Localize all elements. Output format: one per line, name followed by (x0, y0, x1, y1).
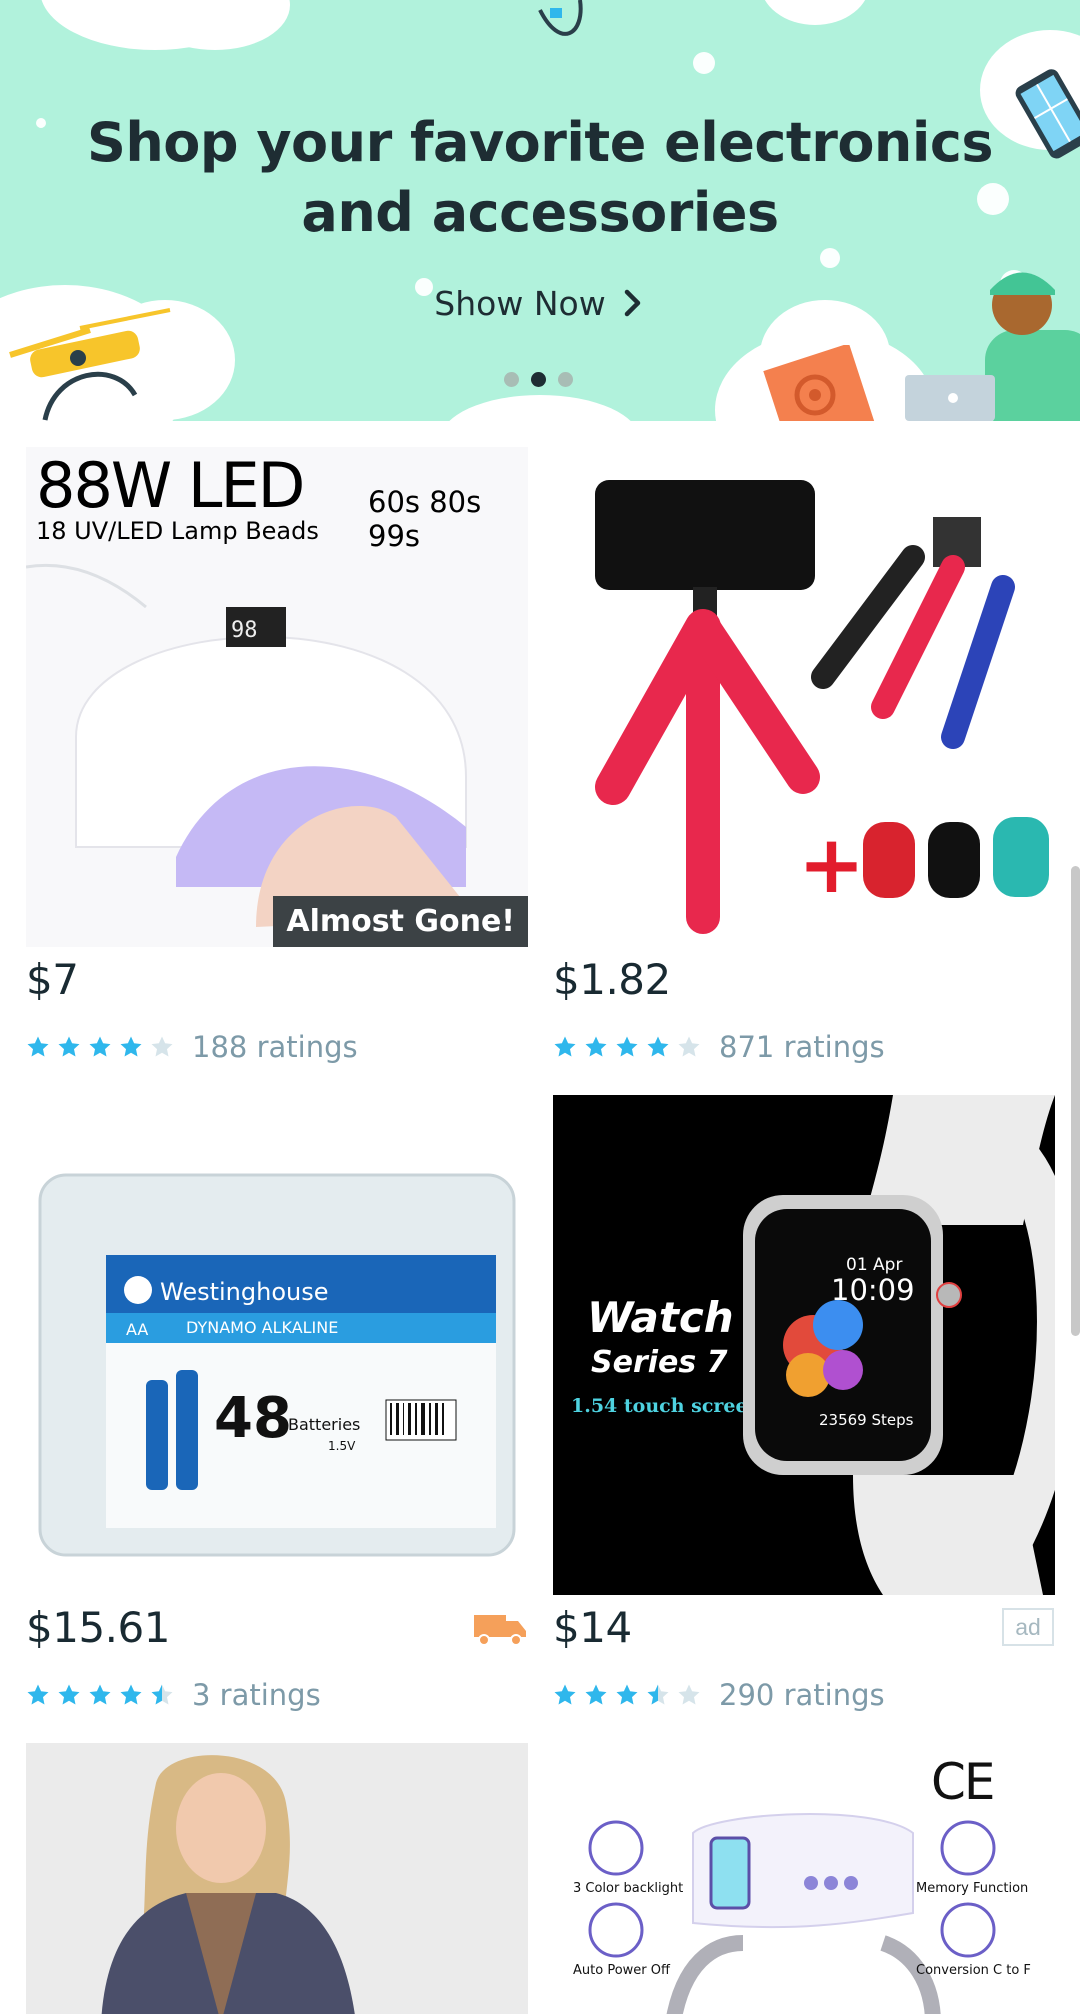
star-full-icon (27, 1684, 49, 1705)
product-price: $15.61 (26, 1603, 170, 1652)
star-full-icon (554, 1684, 576, 1705)
promo-banner[interactable]: Shop your favorite electronics and acces… (0, 0, 1080, 421)
product-rating: 188 ratings (26, 1030, 358, 1064)
bubble-decoration (36, 118, 46, 128)
person-illustration (905, 272, 1080, 421)
pager-dot-active[interactable] (531, 372, 546, 387)
image-timers: 60s 80s 99s (368, 485, 482, 553)
star-half-icon (151, 1684, 173, 1705)
product-image[interactable]: Watch Series 7 1.54 touch screen 01 Apr … (553, 1095, 1055, 1595)
star-full-icon (58, 1684, 80, 1705)
star-full-icon (89, 1684, 111, 1705)
star-full-icon (554, 1036, 576, 1057)
chevron-right-icon (624, 289, 640, 317)
show-now-button[interactable]: Show Now (420, 278, 660, 328)
battery-brand-text: Westinghouse (160, 1278, 329, 1306)
watch-time: 10:09 (831, 1273, 915, 1307)
product-image[interactable]: + (553, 447, 1055, 947)
star-full-icon (89, 1036, 111, 1057)
star-full-icon (616, 1036, 638, 1057)
bubble-decoration (820, 248, 840, 268)
product-rating: 290 ratings (553, 1678, 885, 1712)
star-full-icon (120, 1684, 142, 1705)
battery-unit-text: Batteries (288, 1415, 360, 1434)
star-rating (26, 1035, 174, 1059)
cable-icon (538, 0, 583, 36)
watch-title: Watch (587, 1293, 734, 1342)
star-full-icon (27, 1036, 49, 1057)
product-price: $7 (26, 955, 79, 1004)
star-full-icon (58, 1036, 80, 1057)
cloud-decoration (760, 0, 870, 25)
almost-gone-badge: Almost Gone! (273, 896, 528, 947)
star-rating (26, 1683, 174, 1707)
carousel-pager[interactable] (504, 372, 573, 387)
watch-date: 01 Apr (846, 1255, 903, 1275)
product-card[interactable]: 88W LED 18 UV/LED Lamp Beads 60s 80s 99s… (26, 447, 528, 947)
ratings-count: 3 ratings (192, 1678, 321, 1712)
star-full-icon (647, 1036, 669, 1057)
star-empty-icon (151, 1036, 173, 1057)
product-price: $1.82 (553, 955, 671, 1004)
truck-icon (474, 1615, 526, 1646)
nail-lamp-illustration: 98 (26, 563, 476, 927)
svg-text:+: + (798, 818, 865, 911)
image-subline: 18 UV/LED Lamp Beads (36, 517, 319, 545)
show-now-label: Show Now (434, 283, 606, 323)
svg-text:98: 98 (231, 618, 258, 643)
bubble-decoration (693, 52, 715, 74)
ad-badge: ad (1002, 1608, 1054, 1646)
star-rating (553, 1683, 701, 1707)
product-image[interactable] (26, 1743, 528, 2014)
product-rating: 871 ratings (553, 1030, 885, 1064)
star-empty-icon (678, 1036, 700, 1057)
star-full-icon (585, 1684, 607, 1705)
product-card[interactable]: + (553, 447, 1055, 947)
battery-type-text: AA (126, 1320, 148, 1339)
star-full-icon (585, 1036, 607, 1057)
speaker-illustration (763, 345, 877, 421)
product-image[interactable]: 88W LED 18 UV/LED Lamp Beads 60s 80s 99s… (26, 447, 528, 947)
product-card[interactable]: CE 3 Color backlight Auto Power Off Memo… (553, 1743, 1055, 2014)
image-headline: 88W LED (36, 449, 305, 522)
ratings-count: 188 ratings (192, 1030, 358, 1064)
pager-dot[interactable] (504, 372, 519, 387)
product-card[interactable] (26, 1743, 528, 2014)
feature-label: Auto Power Off (573, 1963, 670, 1978)
watch-steps: 23569 Steps (819, 1411, 914, 1429)
feature-label: 3 Color backlight (573, 1881, 684, 1896)
battery-voltage-text: 1.5V (328, 1439, 356, 1453)
model-photo (101, 1755, 355, 2014)
product-image[interactable]: Westinghouse AA DYNAMO ALKALINE 48 Batte… (26, 1095, 528, 1595)
drone-illustration (9, 308, 171, 421)
watch-screen-spec: 1.54 touch screen (571, 1395, 762, 1417)
battery-count-text: 48 (214, 1386, 292, 1451)
battery-pack-illustration: Westinghouse AA DYNAMO ALKALINE 48 Batte… (38, 1173, 516, 1557)
tripod-illustration: + (595, 480, 1049, 934)
ce-mark: CE (931, 1753, 996, 1811)
ratings-count: 871 ratings (719, 1030, 885, 1064)
product-price: $14 (553, 1603, 632, 1652)
ratings-count: 290 ratings (719, 1678, 885, 1712)
star-half-icon (647, 1684, 669, 1705)
feature-label: Conversion C to F (916, 1963, 1031, 1978)
feature-label: Memory Function (916, 1881, 1029, 1896)
star-rating (553, 1035, 701, 1059)
cloud-decoration (440, 395, 640, 421)
watch-series: Series 7 (591, 1345, 728, 1380)
star-full-icon (616, 1684, 638, 1705)
banner-title: Shop your favorite electronics and acces… (86, 111, 994, 244)
product-image[interactable]: CE 3 Color backlight Auto Power Off Memo… (553, 1743, 1055, 2014)
star-empty-icon (678, 1684, 700, 1705)
product-card[interactable]: Watch Series 7 1.54 touch screen 01 Apr … (553, 1095, 1055, 1595)
scrollbar[interactable] (1071, 866, 1080, 1336)
star-full-icon (120, 1036, 142, 1057)
pager-dot[interactable] (558, 372, 573, 387)
product-card[interactable]: Westinghouse AA DYNAMO ALKALINE 48 Batte… (26, 1095, 528, 1595)
product-rating: 3 ratings (26, 1678, 321, 1712)
phone-illustration (1015, 69, 1080, 159)
battery-line-text: DYNAMO ALKALINE (186, 1318, 338, 1337)
smartwatch-illustration (743, 1095, 1055, 1595)
